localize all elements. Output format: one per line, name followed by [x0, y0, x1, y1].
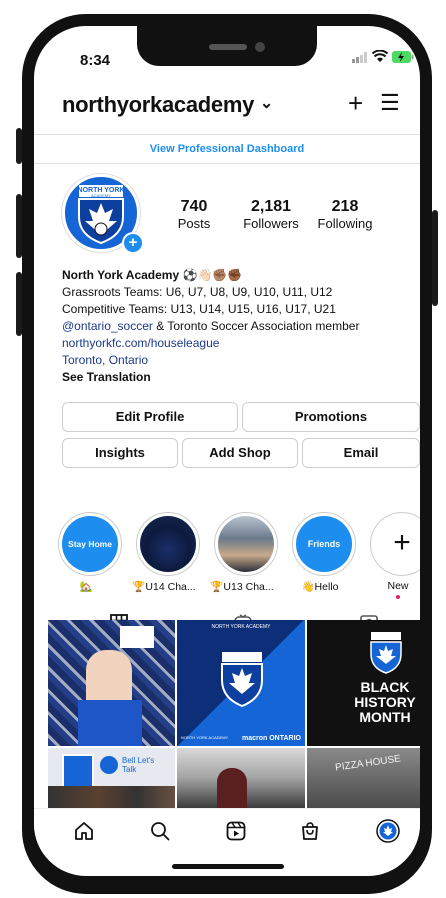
highlight-label-friends: 👋Hello [301, 581, 339, 593]
phone-side-button [16, 128, 22, 164]
bio-line-association: & Toronto Soccer Association member [152, 319, 360, 333]
highlight-label-stay-home: 🏡 [79, 581, 93, 593]
new-highlight-plus-icon: + [374, 516, 420, 572]
post2-bottom-right: macron ONTARIO [242, 735, 301, 742]
screen: 8:34 northyorkacademy ⌄ + ☰ View Profess… [34, 26, 420, 876]
posts-label: Posts [177, 216, 211, 231]
stat-followers[interactable]: 2,181 Followers [234, 198, 308, 231]
highlight-friends[interactable]: Friends [292, 512, 356, 576]
highlight-stay-home[interactable]: Stay Home [58, 512, 122, 576]
stat-following[interactable]: 218 Following [312, 198, 378, 231]
highlight-label-u14: 🏆U14 Cha... [132, 581, 196, 593]
signal-icon [352, 52, 368, 66]
post-thumbnail-2[interactable]: NORTH YORK ACADEMY NORTH YORK ACADEMY ma… [177, 620, 305, 746]
battery-icon [392, 51, 414, 66]
post6-text: PIZZA HOUSE [334, 753, 402, 774]
posts-count: 740 [180, 198, 208, 215]
highlight-label-new: New [387, 580, 409, 592]
hamburger-menu-icon[interactable]: ☰ [380, 90, 400, 116]
bio-line-competitive: Competitive Teams: U13, U14, U15, U16, U… [62, 302, 336, 316]
post-thumbnail-5[interactable] [177, 748, 305, 808]
notch [137, 26, 317, 66]
highlight-u13[interactable] [214, 512, 278, 576]
crest-icon [221, 652, 263, 708]
reels-icon[interactable] [226, 821, 246, 847]
profile-bio: North York Academy ⚽👋🏻✊🏽✊🏾 Grassroots Te… [62, 267, 412, 386]
highlight-cover-stay-home: Stay Home [62, 516, 118, 572]
followers-count: 2,181 [250, 198, 292, 215]
home-indicator[interactable] [172, 864, 284, 869]
new-indicator-dot [396, 595, 400, 599]
bio-mention-link[interactable]: @ontario_soccer [62, 319, 153, 333]
bio-line-grassroots: Grassroots Teams: U6, U7, U8, U9, U10, U… [62, 285, 333, 299]
add-story-plus-icon[interactable]: + [122, 232, 144, 254]
see-translation-link[interactable]: See Translation [62, 370, 151, 384]
camera [255, 42, 265, 52]
wifi-icon [371, 49, 389, 66]
post2-bottom-left: NORTH YORK ACADEMY [181, 735, 229, 740]
search-icon[interactable] [150, 821, 170, 847]
highlight-u14[interactable] [136, 512, 200, 576]
post2-top-text: NORTH YORK ACADEMY [211, 624, 271, 630]
phone-volume-up [16, 194, 22, 258]
bottom-nav [34, 808, 420, 855]
avatar-crest-line2: ACADEMY [91, 193, 111, 198]
home-icon[interactable] [74, 821, 94, 847]
add-shop-button[interactable]: Add Shop [182, 438, 298, 468]
shop-bag-icon[interactable] [300, 821, 320, 847]
chevron-down-icon: ⌄ [259, 95, 273, 112]
highlight-new[interactable]: + [370, 512, 420, 576]
bio-name: North York Academy [62, 268, 180, 282]
status-time: 8:34 [80, 52, 111, 69]
followers-label: Followers [243, 216, 299, 231]
post4-text: Bell Let's Talk [122, 756, 155, 774]
phone-volume-down [16, 272, 22, 336]
post-thumbnail-6[interactable]: PIZZA HOUSE [307, 748, 420, 808]
crest-icon [370, 632, 402, 674]
speaker [209, 44, 247, 50]
post-thumbnail-1[interactable] [48, 620, 175, 746]
post3-text: BLACK HISTORY MONTH [354, 679, 416, 725]
email-button[interactable]: Email [302, 438, 420, 468]
bio-name-emojis: ⚽👋🏻✊🏽✊🏾 [182, 268, 243, 282]
new-post-plus-icon[interactable]: + [348, 90, 363, 116]
post-thumbnail-4[interactable]: Bell Let's Talk [48, 748, 175, 808]
highlight-cover-u14 [140, 516, 196, 572]
username-text: northyorkacademy [62, 92, 255, 117]
bio-website-link[interactable]: northyorkfc.com/houseleague [62, 335, 412, 352]
highlight-cover-friends: Friends [296, 516, 352, 572]
post-thumbnail-3[interactable]: BLACK HISTORY MONTH [307, 620, 420, 746]
highlight-label-u13: 🏆U13 Cha... [210, 581, 274, 593]
insights-button[interactable]: Insights [62, 438, 178, 468]
highlight-cover-u13 [218, 516, 274, 572]
following-label: Following [317, 216, 373, 231]
bio-location-link[interactable]: Toronto, Ontario [62, 352, 412, 369]
profile-username[interactable]: northyorkacademy ⌄ [62, 92, 273, 118]
profile-avatar-icon[interactable] [376, 819, 400, 849]
edit-profile-button[interactable]: Edit Profile [62, 402, 238, 432]
phone-power-button [432, 210, 438, 306]
view-professional-dashboard[interactable]: View Professional Dashboard [34, 134, 420, 164]
following-count: 218 [331, 198, 359, 215]
promotions-button[interactable]: Promotions [242, 402, 420, 432]
stat-posts[interactable]: 740 Posts [164, 198, 224, 231]
